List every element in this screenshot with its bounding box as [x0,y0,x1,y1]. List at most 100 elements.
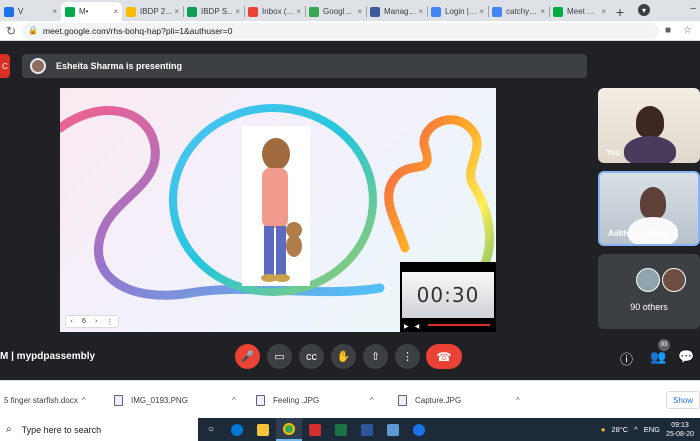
camera-button[interactable]: ▭ [267,344,292,369]
task-view-icon[interactable]: ○ [198,418,224,441]
play-icon[interactable]: ▶ [404,323,409,330]
tab-close-icon[interactable]: × [601,7,606,16]
browser-tab[interactable]: IBDP 2… × [122,2,183,21]
tab-label: catchy… [506,7,538,16]
avatar [662,268,686,292]
tab-favicon-icon [187,6,197,17]
language-indicator[interactable]: ENG [644,425,660,434]
leave-call-button[interactable]: ☎ [426,344,462,369]
tab-close-icon[interactable]: × [357,7,362,16]
browser-tab[interactable]: Login |… × [427,2,488,21]
file-explorer-icon[interactable] [250,418,276,441]
weather-icon: ● [600,425,606,434]
tab-close-icon[interactable]: × [418,7,423,16]
tab-label: Login |… [445,7,477,16]
tab-close-icon[interactable]: × [479,7,484,16]
window-minimize-icon[interactable]: – [690,3,696,14]
raise-hand-button[interactable]: ✋ [331,344,356,369]
bookmark-star-icon[interactable]: ☆ [683,25,692,36]
slide-menu-icon[interactable]: ⋮ [106,318,113,326]
app-icon[interactable] [302,418,328,441]
tab-label: M• [79,7,89,16]
slide-navigation[interactable]: ‹ 6 › ⋮ [65,315,119,328]
downloads-bar: 5 finger starfish.docx ^ IMG_0193.PNG ^ … [0,380,700,418]
address-bar: ↻ 🔒 meet.google.com/rhs-bohq-hap?pli=1&a… [0,21,700,41]
child-with-teddy-illustration [242,126,310,286]
tab-close-icon[interactable]: × [540,7,545,16]
meeting-name: M | mypdpassembly [0,351,96,362]
meeting-controls: M | mypdpassembly 🎤 ▭ cc ✋ ⇧ ⋮ ☎ ⓘ 👥 93 … [0,339,700,379]
next-slide-icon[interactable]: › [95,318,97,325]
volume-icon[interactable]: ◀ [415,323,420,330]
file-icon [114,394,123,406]
tray-arrow-icon[interactable]: ^ [634,425,638,434]
tab-close-icon[interactable]: × [174,7,179,16]
mic-off-button[interactable]: 🎤 [235,344,260,369]
presenter-text: Esheita Sharma is presenting [56,61,183,71]
download-item[interactable]: Capture.JPG ^ [398,391,520,409]
chrome-icon[interactable] [276,418,302,441]
participant-tile-you[interactable]: You [598,88,700,163]
browser-tab[interactable]: IBDP S… × [183,2,244,21]
recording-indicator: C [0,54,10,78]
participant-count-badge: 93 [658,339,670,351]
file-icon [256,394,265,406]
chevron-up-icon[interactable]: ^ [82,396,86,405]
chat-icon[interactable]: 💬 [678,349,694,365]
download-item[interactable]: Feeling .JPG ^ [256,391,374,409]
tab-search-icon[interactable]: ▾ [638,4,650,16]
url-field[interactable]: 🔒 meet.google.com/rhs-bohq-hap?pli=1&aut… [22,22,659,39]
slide-page-number: 6 [81,318,86,325]
excel-icon[interactable] [328,418,354,441]
tab-close-icon[interactable]: × [296,7,301,16]
browser-tab[interactable]: M• × [61,2,122,21]
tab-label: Googl… [323,7,353,16]
download-item[interactable]: 5 finger starfish.docx ^ [4,391,86,409]
tab-favicon-icon [370,6,380,17]
browser-tab[interactable]: Inbox (… × [244,2,305,21]
camera-icon[interactable]: ■ [665,25,671,36]
more-options-button[interactable]: ⋮ [395,344,420,369]
photos-icon[interactable] [380,418,406,441]
presentation-slide: ‹ 6 › ⋮ 00:30 ▶ ◀ [60,88,496,332]
chevron-up-icon[interactable]: ^ [370,396,374,405]
edge-icon[interactable] [224,418,250,441]
word-icon[interactable] [354,418,380,441]
presenter-avatar [30,58,46,74]
tab-close-icon[interactable]: × [235,7,240,16]
download-name: Feeling .JPG [273,395,320,405]
timer-progress-bar [428,324,490,326]
system-tray: ● 28°C ^ ENG 09:13 25-08-20 [601,418,694,441]
tab-label: IBDP S… [201,7,234,16]
browser-tab[interactable]: Googl… × [305,2,366,21]
reload-icon[interactable]: ↻ [0,24,22,38]
participant-tile-adithya[interactable]: Adithya Rakesh [598,171,700,246]
others-tile[interactable]: 90 others [598,254,700,329]
search-icon: ⌕ [6,424,12,435]
clock[interactable]: 09:13 25-08-20 [666,421,694,439]
tab-favicon-icon [65,6,75,17]
browser-tab[interactable]: V × [0,2,61,21]
new-tab-button[interactable]: + [610,2,630,21]
avatar [636,268,660,292]
show-all-button[interactable]: Show [665,391,700,409]
download-name: 5 finger starfish.docx [4,395,78,405]
tab-label: Meet … [567,7,596,16]
info-icon[interactable]: ⓘ [620,349,633,368]
captions-button[interactable]: cc [299,344,324,369]
browser-tab[interactable]: Meet … × [549,2,610,21]
tab-close-icon[interactable]: × [113,7,118,16]
chevron-up-icon[interactable]: ^ [516,396,520,405]
tab-close-icon[interactable]: × [52,7,57,16]
browser-tab[interactable]: catchy… × [488,2,549,21]
browser-tab[interactable]: Manag… × [366,2,427,21]
taskbar-search[interactable]: ⌕ Type here to search [0,418,198,441]
tab-favicon-icon [4,6,14,17]
meet-stage: C Esheita Sharma is presenting ‹ 6 › ⋮ 0… [0,42,700,380]
prev-slide-icon[interactable]: ‹ [71,318,73,325]
present-button[interactable]: ⇧ [363,344,388,369]
help-icon[interactable] [406,418,432,441]
people-icon[interactable]: 👥 [650,349,666,365]
download-item[interactable]: IMG_0193.PNG ^ [114,391,236,409]
chevron-up-icon[interactable]: ^ [232,396,236,405]
